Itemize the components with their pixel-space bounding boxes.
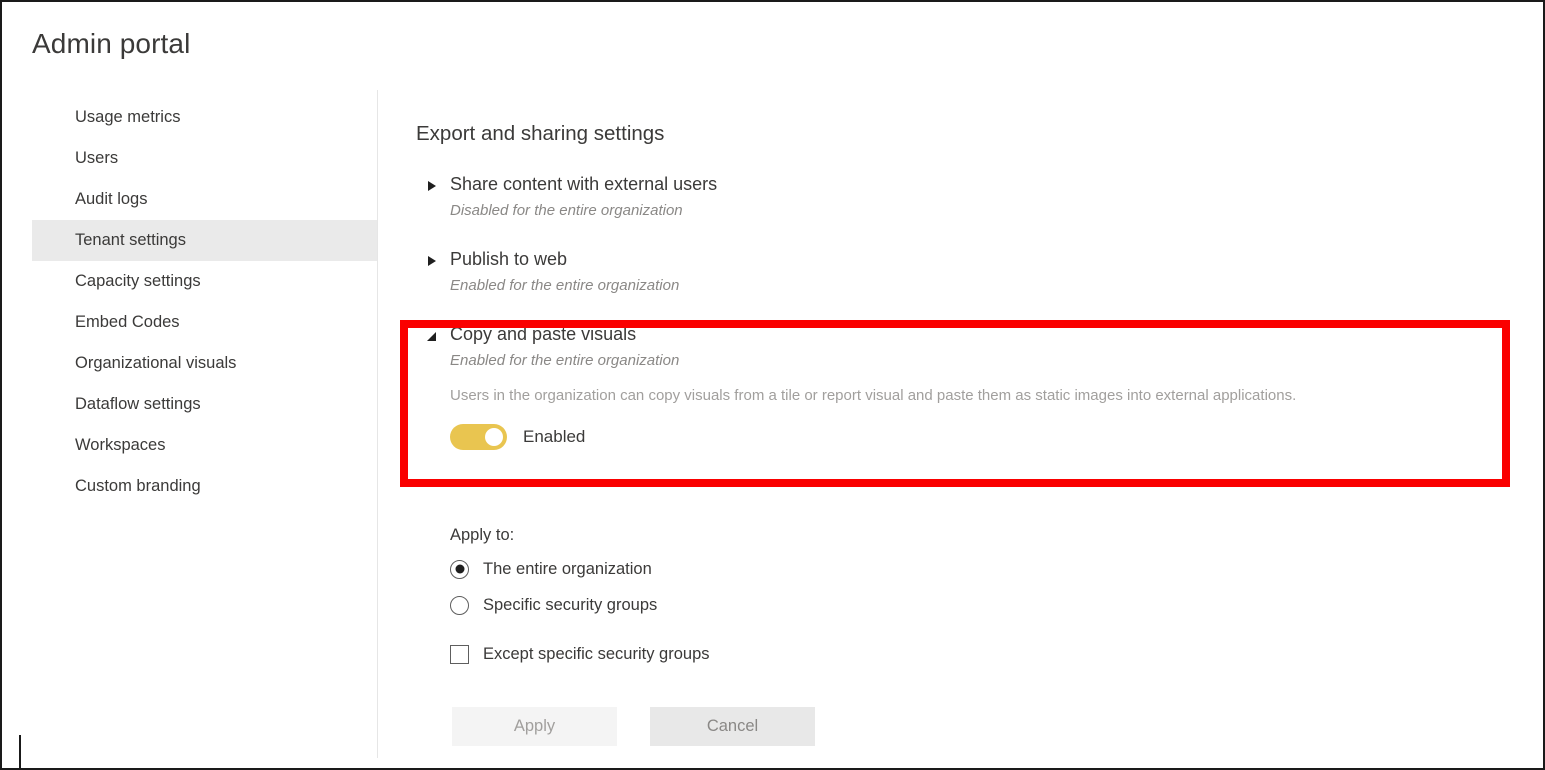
setting-name: Copy and paste visuals — [450, 324, 637, 344]
sidebar-item-capacity-settings[interactable]: Capacity settings — [32, 261, 377, 302]
sidebar-item-users[interactable]: Users — [32, 138, 377, 179]
apply-to-label: Apply to: — [450, 526, 515, 544]
setting-name: Publish to web — [450, 249, 568, 269]
checkbox-option-except-specific-security-groups[interactable]: Except specific security groups — [450, 639, 1150, 669]
sidebar-divider — [377, 90, 378, 758]
apply-to-section: Apply to: The entire organization Specif… — [450, 523, 1150, 675]
setting-name: Share content with external users — [450, 174, 718, 194]
chevron-right-icon[interactable] — [428, 256, 436, 266]
setting-copy-and-paste-visuals[interactable]: Copy and paste visuals Enabled for the e… — [416, 322, 1516, 450]
cancel-button[interactable]: Cancel — [650, 707, 815, 746]
setting-state: Enabled for the entire organization — [450, 352, 680, 369]
radio-icon[interactable] — [450, 559, 469, 579]
toggle-row: Enabled — [450, 424, 1516, 450]
copy-paste-visuals-toggle[interactable] — [450, 424, 507, 450]
setting-publish-to-web[interactable]: Publish to web Enabled for the entire or… — [416, 247, 1516, 298]
option-label: The entire organization — [483, 559, 652, 578]
radio-option-specific-security-groups[interactable]: Specific security groups — [450, 590, 1150, 620]
bottom-edge-marker — [19, 735, 21, 768]
sidebar-item-usage-metrics[interactable]: Usage metrics — [32, 97, 377, 138]
radio-option-entire-organization[interactable]: The entire organization — [450, 554, 1150, 584]
setting-state: Disabled for the entire organization — [450, 202, 683, 219]
setting-description: Users in the organization can copy visua… — [450, 387, 1297, 404]
checkbox-icon[interactable] — [450, 644, 469, 664]
sidebar-item-tenant-settings[interactable]: Tenant settings — [32, 220, 377, 261]
apply-button[interactable]: Apply — [452, 707, 617, 746]
sidebar-item-organizational-visuals[interactable]: Organizational visuals — [32, 343, 377, 384]
page-title: Admin portal — [32, 28, 191, 59]
setting-share-content-with-external-users[interactable]: Share content with external users Disabl… — [416, 172, 1516, 223]
sidebar-item-workspaces[interactable]: Workspaces — [32, 425, 377, 466]
setting-state: Enabled for the entire organization — [450, 277, 680, 294]
main-content: Export and sharing settings Share conten… — [416, 120, 1516, 474]
option-label: Except specific security groups — [483, 644, 710, 663]
radio-icon[interactable] — [450, 595, 469, 615]
chevron-right-icon[interactable] — [428, 181, 436, 191]
toggle-knob — [485, 428, 503, 446]
section-title: Export and sharing settings — [416, 122, 665, 145]
action-button-bar: Apply Cancel — [452, 707, 815, 746]
toggle-label: Enabled — [523, 427, 586, 446]
chevron-down-icon[interactable] — [427, 332, 436, 341]
sidebar-item-custom-branding[interactable]: Custom branding — [32, 466, 377, 507]
sidebar-item-embed-codes[interactable]: Embed Codes — [32, 302, 377, 343]
option-label: Specific security groups — [483, 595, 658, 614]
sidebar-item-audit-logs[interactable]: Audit logs — [32, 179, 377, 220]
sidebar-item-dataflow-settings[interactable]: Dataflow settings — [32, 384, 377, 425]
sidebar-nav: Usage metrics Users Audit logs Tenant se… — [32, 97, 377, 507]
admin-portal-screen: Admin portal Usage metrics Users Audit l… — [0, 0, 1545, 770]
